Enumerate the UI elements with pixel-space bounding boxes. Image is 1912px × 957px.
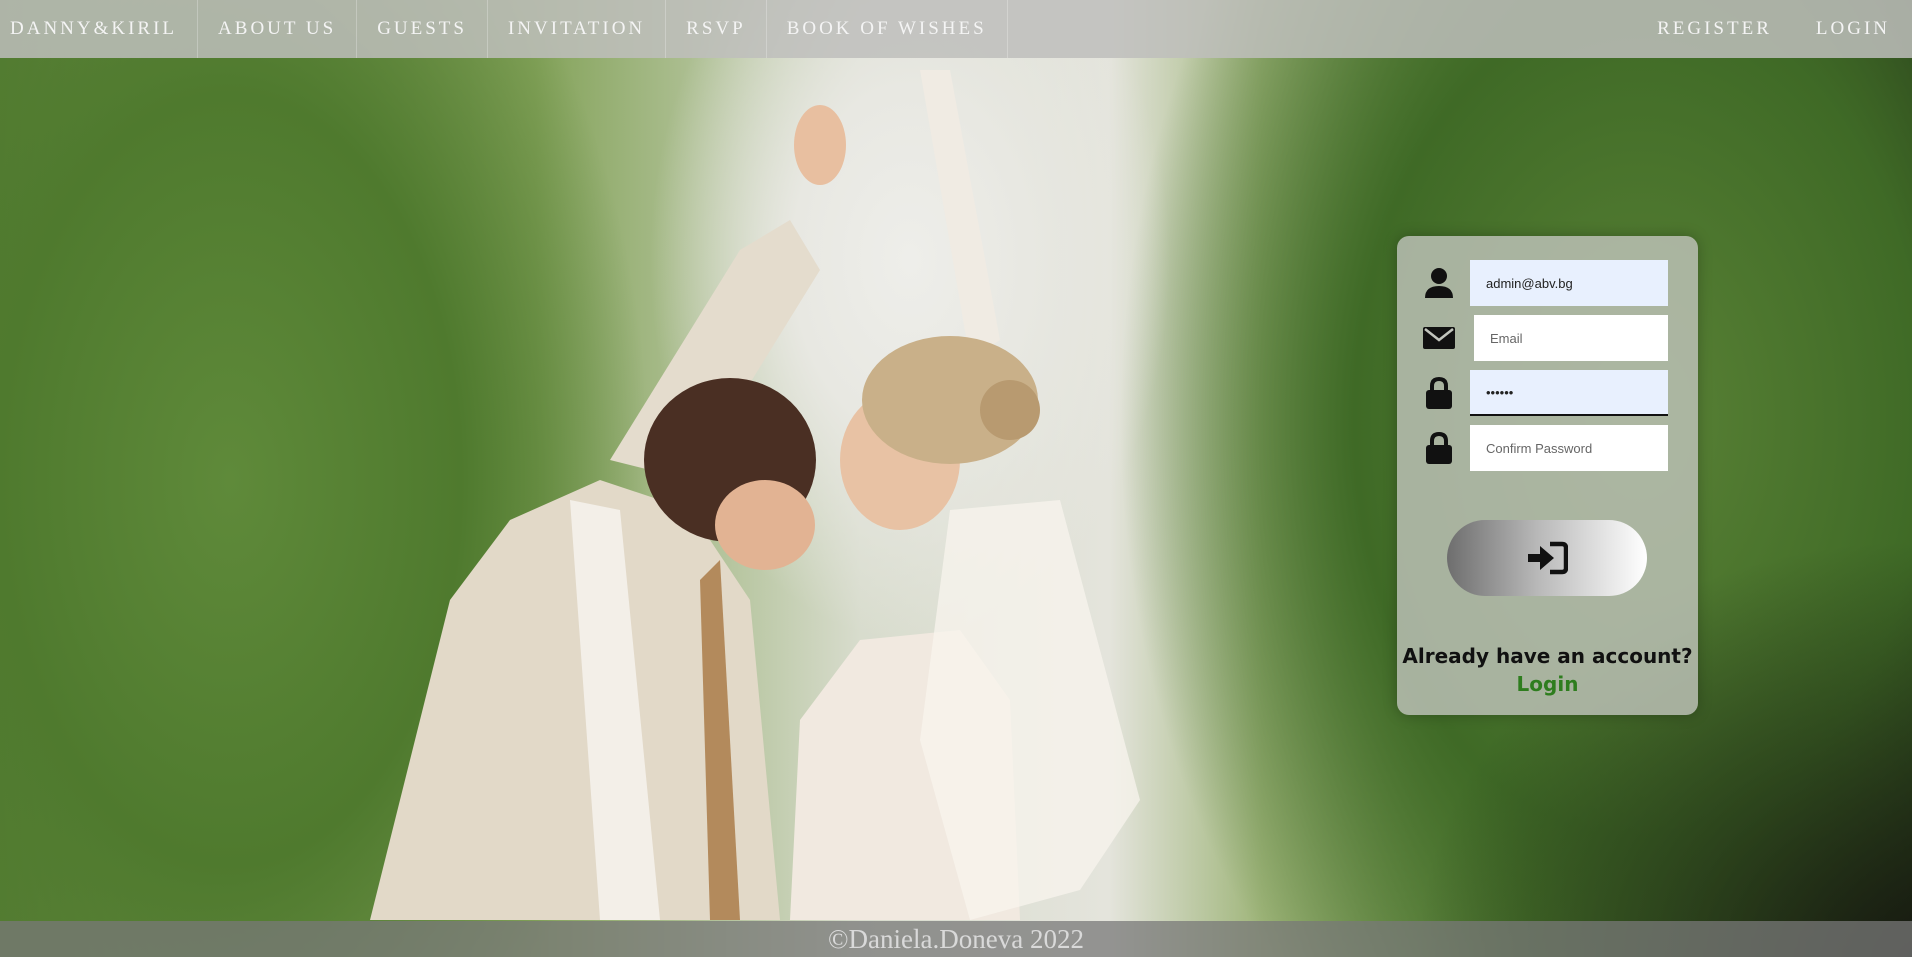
nav-register[interactable]: REGISTER — [1635, 0, 1794, 58]
lock-icon — [1426, 376, 1452, 409]
confirm-password-row — [1397, 425, 1698, 471]
top-navbar: DANNY&KIRIL ABOUT US GUESTS INVITATION R… — [0, 0, 1912, 58]
username-input[interactable] — [1470, 260, 1668, 306]
login-link[interactable]: Login — [1397, 672, 1698, 696]
footer-copyright: ©Daniela.Doneva 2022 — [828, 924, 1084, 954]
brand-link[interactable]: DANNY&KIRIL — [0, 0, 199, 58]
nav-book-of-wishes[interactable]: BOOK OF WISHES — [767, 0, 1008, 58]
nav-invitation[interactable]: INVITATION — [488, 0, 667, 58]
register-form: Already have an account? Login — [1397, 236, 1698, 715]
nav-guests[interactable]: GUESTS — [357, 0, 488, 58]
nav-login[interactable]: LOGIN — [1794, 0, 1912, 58]
lock-icon — [1426, 431, 1452, 464]
nav-right-group: REGISTER LOGIN — [1635, 0, 1912, 58]
username-row — [1397, 260, 1698, 306]
footer: ©Daniela.Doneva 2022 — [0, 921, 1912, 957]
email-row — [1397, 315, 1698, 361]
user-icon — [1425, 268, 1453, 298]
email-input[interactable] — [1474, 315, 1668, 361]
nav-about-us[interactable]: ABOUT US — [198, 0, 358, 58]
envelope-icon — [1423, 327, 1455, 349]
wedding-couple-image — [370, 70, 1140, 920]
password-input[interactable] — [1470, 370, 1668, 416]
password-row — [1397, 370, 1698, 416]
sign-in-icon — [1528, 541, 1568, 575]
already-have-account-text: Already have an account? — [1402, 644, 1693, 668]
nav-rsvp[interactable]: RSVP — [666, 0, 767, 58]
confirm-password-input[interactable] — [1470, 425, 1668, 471]
register-submit-button[interactable] — [1447, 520, 1647, 596]
nav-left-group: DANNY&KIRIL ABOUT US GUESTS INVITATION R… — [0, 0, 1008, 58]
